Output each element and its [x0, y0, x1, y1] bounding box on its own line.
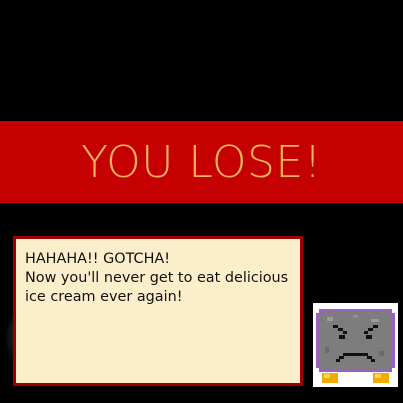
game-over-banner: YOU LOSE! [0, 121, 403, 203]
enemy-portrait [313, 303, 398, 387]
game-over-title: YOU LOSE! [81, 137, 322, 188]
dialog-box[interactable]: HAHAHA!! GOTCHA! Now you'll never get to… [13, 236, 303, 386]
game-over-screen: YOU LOSE! HAHAHA!! GOTCHA! Now you'll ne… [0, 0, 403, 403]
dialog-line-1: HAHAHA!! GOTCHA! [25, 251, 171, 267]
angry-block-enemy-icon [316, 309, 395, 383]
dialog-line-2: Now you'll never get to eat delicious [25, 270, 289, 286]
dialog-line-3: ice cream ever again! [25, 289, 183, 305]
